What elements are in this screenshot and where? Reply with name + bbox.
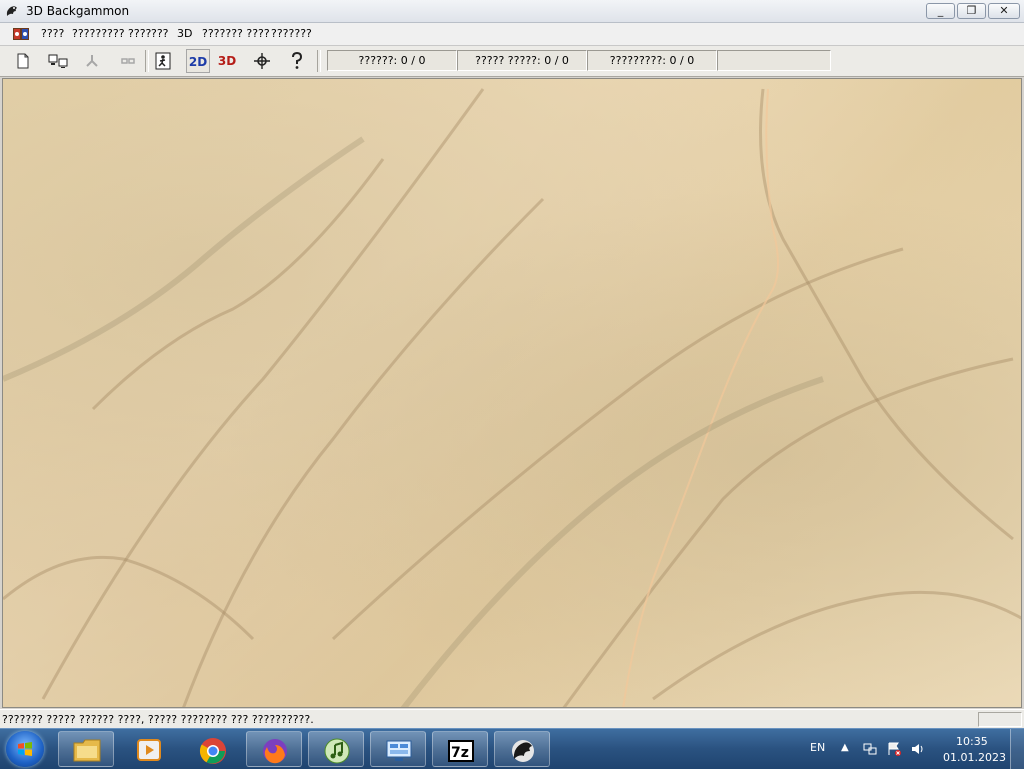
status-pane (978, 712, 1022, 727)
settings-button[interactable] (250, 49, 274, 73)
7zip-icon: 7z (448, 740, 474, 762)
disconnect-button[interactable] (80, 49, 104, 73)
new-game-button[interactable] (11, 49, 35, 73)
taskbar-chrome[interactable] (184, 731, 240, 767)
window-title: 3D Backgammon (26, 4, 130, 18)
status-message: ??????? ????? ?????? ????, ????? ???????… (2, 713, 314, 726)
menu-item-3d[interactable]: 3D (177, 27, 192, 40)
game-board-area[interactable] (2, 78, 1022, 708)
firefox-icon (263, 739, 287, 764)
disconnect-icon (86, 55, 98, 67)
running-man-door-icon (155, 52, 171, 70)
score-field-1: ??????: 0 / 0 (327, 50, 457, 71)
folder-icon (73, 739, 101, 762)
volume-icon[interactable] (910, 741, 926, 757)
toolbar-separator-2 (317, 50, 321, 72)
maximize-button[interactable]: ❐ (957, 3, 986, 19)
dragon-icon (512, 740, 534, 762)
taskbar-control-panel[interactable] (370, 731, 426, 767)
svg-text:7z: 7z (451, 745, 469, 761)
toolbar-separator (145, 50, 149, 72)
taskbar: 7z EN ▲ 10:35 01.01.2023 (0, 728, 1024, 769)
language-indicator[interactable]: EN (810, 741, 825, 754)
toolbar: 2D 3D ??????: 0 / 0 ????? ?????: 0 / 0 ?… (0, 46, 1024, 77)
tray-expand-icon[interactable]: ▲ (841, 742, 849, 753)
menu-item-3[interactable]: ??? (151, 27, 169, 40)
start-button[interactable] (6, 731, 44, 767)
view-3d-button[interactable]: 3D (215, 49, 239, 73)
exit-button[interactable] (151, 49, 175, 73)
taskbar-backgammon[interactable] (494, 731, 550, 767)
taskbar-music-player[interactable] (308, 731, 364, 767)
score-field-3: ?????????: 0 / 0 (587, 50, 717, 71)
options-disabled-button[interactable] (116, 49, 140, 73)
menu-item-2[interactable]: ????????? ???? (72, 27, 151, 40)
taskbar-7zip[interactable]: 7z (432, 731, 488, 767)
clock-date[interactable]: 01.01.2023 (943, 751, 1006, 764)
network-icon[interactable] (862, 741, 878, 757)
app-dragon-icon (6, 6, 17, 16)
taskbar-explorer[interactable] (58, 731, 114, 767)
help-button[interactable] (285, 49, 309, 73)
status-bar: ??????? ????? ?????? ????, ????? ???????… (0, 709, 1024, 729)
close-button[interactable]: ✕ (988, 3, 1020, 19)
menu-item-1[interactable]: ???? (41, 27, 64, 40)
crosshair-gear-icon (254, 53, 270, 69)
app-menu-icon[interactable] (12, 26, 30, 42)
control-panel-icon (386, 740, 412, 761)
minimize-button[interactable]: _ (926, 3, 955, 19)
view-2d-button[interactable]: 2D (186, 49, 210, 73)
marble-veins (3, 88, 1021, 707)
music-note-icon (324, 738, 350, 764)
menu-item-5[interactable]: ??????? ???? (202, 27, 270, 40)
media-player-icon (137, 739, 161, 761)
question-mark-icon (292, 51, 303, 69)
network-game-button[interactable] (46, 49, 70, 73)
windows-logo-icon (18, 742, 32, 756)
menu-bar: ???? ????????? ???? ??? 3D ??????? ???? … (0, 23, 1024, 46)
network-computers-icon (48, 54, 68, 68)
new-document-icon (17, 53, 29, 69)
flag-alert-icon[interactable] (886, 741, 902, 757)
title-bar: 3D Backgammon _ ❐ ✕ (0, 0, 1024, 23)
score-field-2: ????? ?????: 0 / 0 (457, 50, 587, 71)
taskbar-firefox[interactable] (246, 731, 302, 767)
clock-time[interactable]: 10:35 (956, 735, 988, 748)
chrome-icon (199, 738, 226, 764)
show-desktop-button[interactable] (1010, 729, 1024, 769)
menu-item-6[interactable]: ??????? (271, 27, 312, 40)
taskbar-media-player[interactable] (120, 731, 176, 767)
score-field-4 (717, 50, 831, 71)
link-icon (121, 58, 135, 64)
